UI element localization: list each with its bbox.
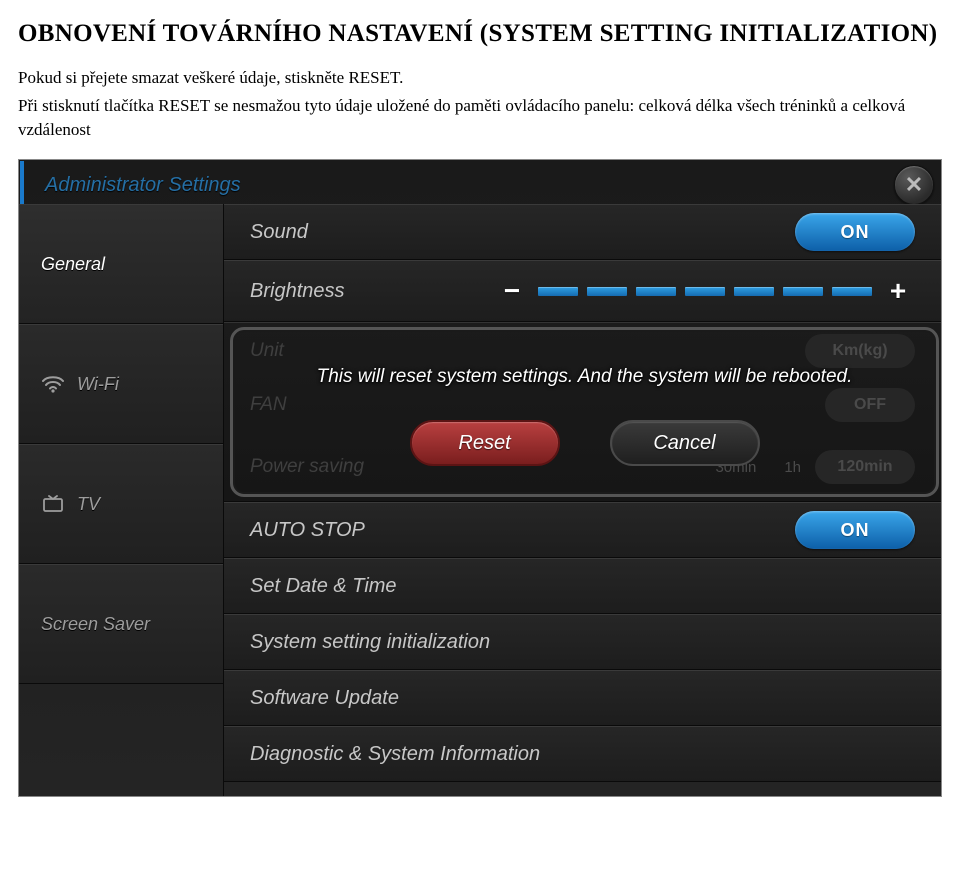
row-system-init[interactable]: System setting initialization [224,614,941,670]
sidebar-item-label: TV [77,494,100,515]
sidebar-item-tv[interactable]: TV [19,444,223,564]
row-label: System setting initialization [250,631,490,654]
brightness-slider[interactable]: − + [495,277,915,305]
doc-paragraph-2: Při stisknutí tlačítka RESET se nesmažou… [18,94,942,142]
row-sound[interactable]: Sound ON [224,204,941,260]
doc-paragraph-1: Pokud si přejete smazat veškeré údaje, s… [18,66,942,90]
row-set-date-time[interactable]: Set Date & Time [224,558,941,614]
doc-heading: OBNOVENÍ TOVÁRNÍHO NASTAVENÍ (SYSTEM SET… [18,20,942,48]
row-label: Set Date & Time [250,575,397,598]
row-diagnostic[interactable]: Diagnostic & System Information [224,726,941,782]
wifi-icon [41,374,65,394]
close-button[interactable]: ✕ [894,165,934,205]
settings-screenshot: Administrator Settings ✕ General Wi-Fi T… [18,159,942,797]
row-label: Diagnostic & System Information [250,743,540,766]
row-auto-stop[interactable]: AUTO STOP ON [224,502,941,558]
sidebar-item-wifi[interactable]: Wi-Fi [19,324,223,444]
row-label: Brightness [250,280,345,303]
minus-icon: − [504,275,520,307]
auto-stop-toggle[interactable]: ON [795,511,915,549]
row-label: Software Update [250,687,399,710]
cancel-button[interactable]: Cancel [610,420,760,466]
brightness-segment [783,287,823,296]
close-icon: ✕ [905,172,923,198]
row-label: Sound [250,221,308,244]
settings-list: Sound ON Brightness − + [223,204,941,796]
sidebar-item-label: Wi-Fi [77,374,119,395]
screen-title: Administrator Settings [45,174,241,197]
brightness-segment [832,287,872,296]
sidebar: General Wi-Fi TV Screen Saver [19,204,223,797]
reset-button[interactable]: Reset [410,420,560,466]
sidebar-item-label: Screen Saver [41,614,150,635]
dialog-message: This will reset system settings. And the… [257,366,912,388]
plus-icon: + [890,275,906,307]
tv-icon [41,494,65,514]
row-brightness: Brightness − + [224,260,941,322]
brightness-segment [734,287,774,296]
brightness-plus-button[interactable]: + [881,277,915,305]
sidebar-item-label: General [41,254,105,275]
row-software-update[interactable]: Software Update [224,670,941,726]
sound-toggle[interactable]: ON [795,213,915,251]
reset-dialog: This will reset system settings. And the… [230,327,939,497]
brightness-segment [636,287,676,296]
brightness-minus-button[interactable]: − [495,277,529,305]
accent-strip [20,161,24,205]
sidebar-item-screensaver[interactable]: Screen Saver [19,564,223,684]
dialog-overlay-zone: Unit Km(kg) FAN OFF Power saving 30min 1… [224,322,941,502]
brightness-segment [587,287,627,296]
brightness-segment [538,287,578,296]
row-label: AUTO STOP [250,519,365,542]
brightness-segment [685,287,725,296]
sidebar-item-general[interactable]: General [19,204,223,324]
